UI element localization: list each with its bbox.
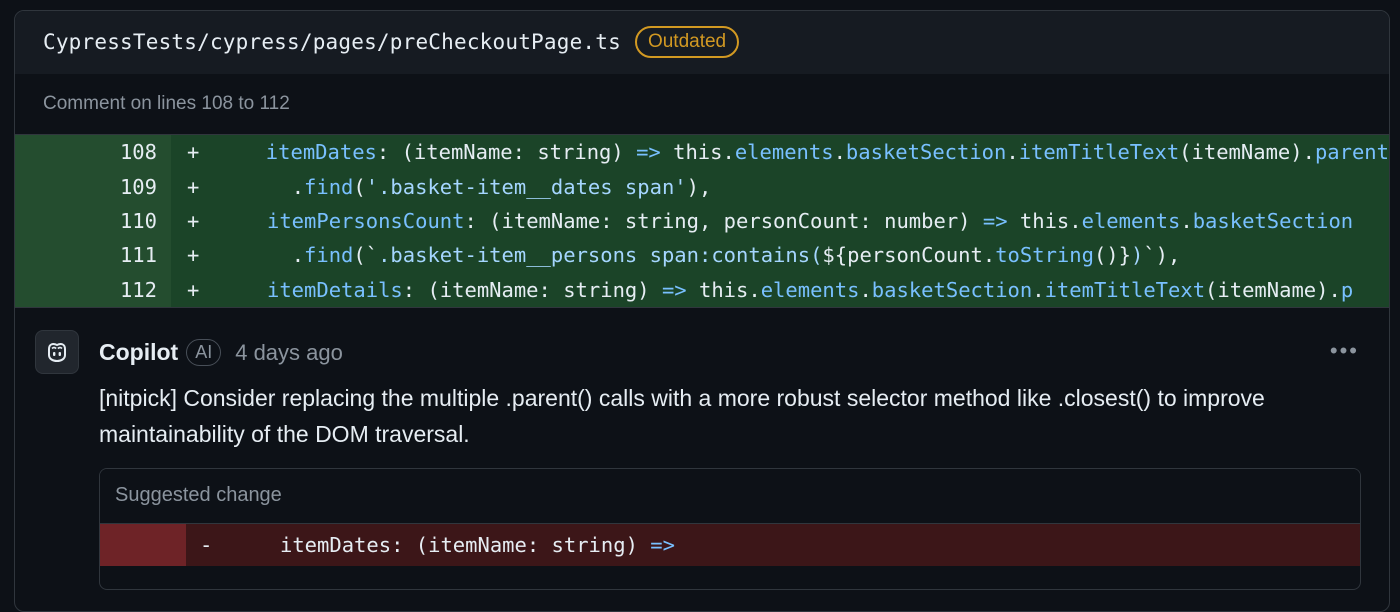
code-token: itemPersonsCount [267,208,465,233]
code-token: ${personCount. [822,243,996,268]
diff-line-code-cell: + .find(`.basket-item__persons span:cont… [171,238,1389,273]
outdated-badge: Outdated [634,26,740,58]
line-number[interactable]: 110 [15,203,171,239]
code-token: . [1006,140,1019,165]
deleted-sign: - [200,532,213,557]
suggested-change: Suggested change - itemDates: (itemName:… [99,467,1361,590]
copilot-icon [48,343,66,362]
code-token: toString [995,243,1094,268]
file-path-link[interactable]: CypressTests/cypress/pages/preCheckoutPa… [43,30,621,54]
diff-line-code: .find('.basket-item__dates span'), [209,174,712,199]
added-sign: + [187,277,200,302]
diff-line-code-cell: + itemDates: (itemName: string) => this.e… [171,135,1389,170]
code-token: (itemName). [1205,277,1341,302]
author-name[interactable]: Copilot [99,339,178,366]
code-token: elements [734,140,834,165]
diff-line-code: .find(`.basket-item__persons span:contai… [209,243,1181,268]
code-token: .basket-item__persons span:contains( [378,243,823,268]
diff-line: 111 + .find(`.basket-item__persons span:c… [15,238,1389,273]
diff-line-code-cell: + itemDetails: (itemName: string) => this… [171,272,1389,307]
code-token: this. [1007,208,1082,233]
code-token: . [1180,208,1193,233]
review-thread-card: CypressTests/cypress/pages/preCheckoutPa… [14,10,1390,612]
diff-line: 108 + itemDates: (itemName: string) => thi… [15,135,1389,170]
diff-line-code-cell: + itemPersonsCount: (itemName: string, pe… [171,203,1389,239]
code-token: : (itemName: string) [376,140,637,165]
code-token: ( [353,174,366,199]
code-token: (itemName). [1179,140,1315,165]
line-number[interactable]: 111 [15,238,171,273]
code-token: itemDetails [267,277,403,302]
code-token: basketSection [845,140,1007,165]
code-token: ) [1131,243,1144,268]
added-sign: + [187,208,200,233]
comment-lines-caption: Comment on lines 108 to 112 [15,74,1389,134]
code-token: => [982,208,1008,233]
code-token: p [1340,277,1354,302]
code-token: . [859,277,872,302]
line-number[interactable]: 108 [15,135,171,170]
file-header: CypressTests/cypress/pages/preCheckoutPa… [15,11,1389,74]
code-token: this. [686,277,761,302]
added-sign: + [187,174,200,199]
kebab-horizontal-icon[interactable]: ••• [1330,338,1359,364]
code-token: elements [760,277,860,302]
diff-block: 108 + itemDates: (itemName: string) => thi… [15,134,1389,308]
code-token: . [291,243,305,268]
code-token: ()} [1093,243,1131,268]
code-token: (` [353,243,379,268]
code-token: itemTitleText [1018,140,1180,165]
line-number[interactable]: 109 [15,169,171,204]
avatar[interactable] [35,329,79,374]
code-token: . [1032,277,1045,302]
code-token: : (itemName: string) [402,277,662,302]
comment-body: [nitpick] Consider replacing the multipl… [99,384,1265,447]
code-token: itemTitleText [1044,277,1206,302]
code-token: . [833,140,846,165]
deleted-line-code-cell: - itemDates: (itemName: string) => [186,523,1360,566]
deleted-code: itemDates: (itemName: string) => [222,533,675,557]
added-sign: + [187,243,200,268]
code-token: basketSection [871,277,1033,302]
diff-line: 110 + itemPersonsCount: (itemName: string,… [15,203,1389,239]
added-sign: + [187,140,200,165]
diff-line-code: itemDetails: (itemName: string) => this.… [209,278,1353,302]
code-token: this. [660,140,735,165]
diff-line-code: itemDates: (itemName: string) => this.el… [208,140,1389,164]
code-token: parent [1314,140,1389,165]
comment-header: Copilot AI 4 days ago [99,332,343,374]
suggested-change-title: Suggested change [100,468,1360,524]
code-token: : (itemName: string, personCount: number… [464,208,983,233]
diff-line-code: itemPersonsCount: (itemName: string, per… [209,209,1353,233]
deleted-line-gutter [100,523,186,566]
code-token: => [636,140,661,165]
code-token: . [291,174,305,199]
comment: Copilot AI 4 days ago ••• [nitpick] Cons… [15,308,1389,590]
code-token: => [661,277,687,302]
code-token: `), [1143,243,1181,268]
timestamp[interactable]: 4 days ago [235,340,343,366]
diff-line: 109 + .find('.basket-item__dates span'), [15,169,1389,204]
code-token: find [304,174,354,199]
code-token: find [304,243,354,268]
code-token: => [650,532,675,557]
diff-line: 112 + itemDetails: (itemName: string) => t… [15,272,1389,307]
code-token: itemDates [265,140,377,165]
diff-line-code-cell: + .find('.basket-item__dates span'), [171,169,1389,204]
code-token: ), [686,174,712,199]
code-token: elements [1081,208,1181,233]
code-token: '.basket-item__dates span' [365,174,687,199]
line-number[interactable]: 112 [15,272,171,307]
code-token: itemDates: (itemName: string) [280,532,651,557]
ai-badge: AI [186,339,222,367]
deleted-line: - itemDates: (itemName: string) => [100,523,1360,566]
code-token: basketSection [1192,208,1354,233]
